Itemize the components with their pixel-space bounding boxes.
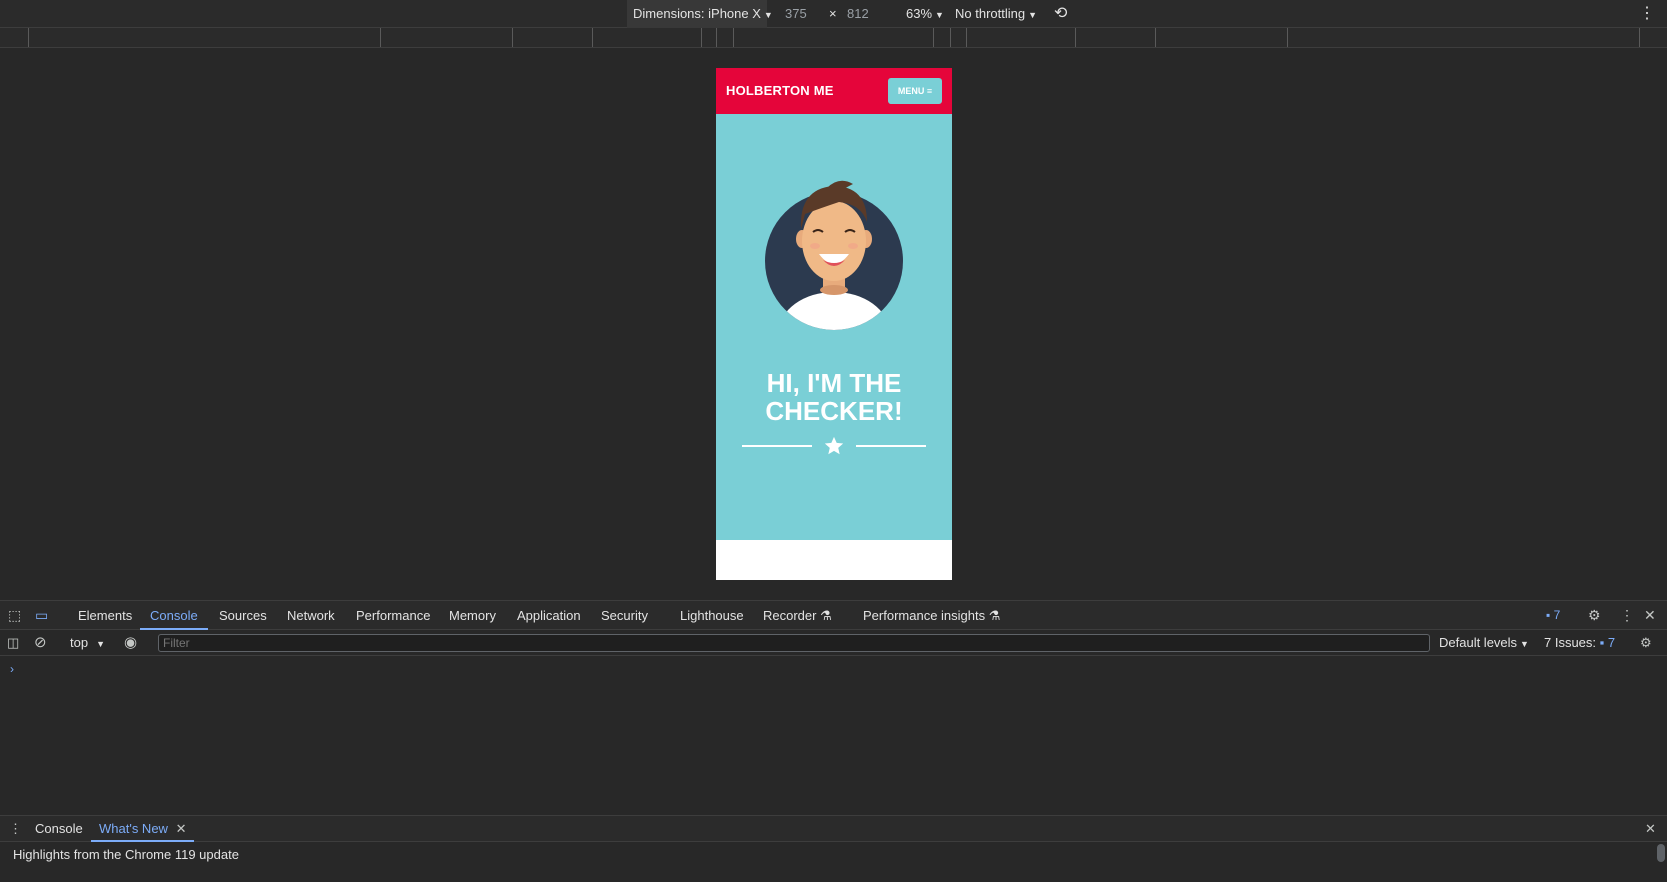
tab-sources[interactable]: Sources — [219, 601, 267, 630]
ruler-tick — [1287, 28, 1288, 47]
chevron-down-icon: ▼ — [935, 10, 944, 20]
issues-badge: ▪ 7 — [1600, 635, 1615, 650]
tab-recorder[interactable]: Recorder ⚗ — [763, 601, 832, 630]
log-levels-dropdown[interactable]: Default levels ▼ — [1439, 630, 1529, 656]
hero-section: HI, I'M THE CHECKER! — [716, 114, 952, 540]
tab-performance[interactable]: Performance — [356, 601, 430, 630]
devtools-panel: ⬚ ▭ Elements Console Sources Network Per… — [0, 600, 1667, 882]
emulated-page: HOLBERTON ME MENU ≡ HI, I'M THE CHECKER! — [716, 68, 952, 580]
tab-recorder-label: Recorder — [763, 608, 817, 623]
flask-icon: ⚗ — [988, 608, 1001, 623]
dimensions-dropdown[interactable]: Dimensions: iPhone X ▼ — [627, 0, 773, 28]
media-query-ruler — [0, 28, 1667, 48]
clear-console-icon[interactable]: ⊘ — [34, 630, 47, 656]
ruler-tick — [933, 28, 934, 47]
ruler-tick — [380, 28, 381, 47]
ruler-tick — [701, 28, 702, 47]
throttling-dropdown[interactable]: No throttling ▼ — [955, 0, 1037, 28]
device-viewport: HOLBERTON ME MENU ≡ HI, I'M THE CHECKER! — [0, 48, 1667, 600]
sidebar-toggle-icon[interactable]: ◫ — [7, 630, 19, 656]
dimensions-label: Dimensions: iPhone X — [633, 6, 761, 21]
scrollbar[interactable] — [1657, 844, 1665, 862]
device-toolbar: Dimensions: iPhone X ▼ 375 × 812 63% ▼ No … — [0, 0, 1667, 28]
inspect-element-icon[interactable]: ⬚ — [8, 601, 21, 630]
issues-count: 7 — [1553, 608, 1561, 622]
drawer-tabbar: ⋮ Console What's New ✕ ✕ — [0, 815, 1667, 842]
close-tab-icon[interactable]: ✕ — [176, 821, 187, 836]
hero-title: HI, I'M THE CHECKER! — [716, 369, 952, 425]
rotate-icon[interactable]: ⟲ — [1054, 0, 1067, 28]
width-input[interactable]: 375 — [785, 0, 807, 28]
chevron-down-icon: ▼ — [763, 10, 773, 20]
close-drawer-icon[interactable]: ✕ — [1645, 816, 1656, 842]
ruler-tick — [28, 28, 29, 47]
ruler-tick — [1075, 28, 1076, 47]
tab-memory[interactable]: Memory — [449, 601, 496, 630]
close-icon[interactable]: ✕ — [1644, 601, 1656, 630]
console-settings-icon[interactable]: ⚙ — [1640, 630, 1652, 656]
log-levels-label: Default levels — [1439, 635, 1518, 650]
tab-performance-insights-label: Performance insights — [863, 608, 986, 623]
tab-network[interactable]: Network — [287, 601, 335, 630]
divider-line — [856, 445, 926, 447]
zoom-label: 63% — [906, 6, 933, 21]
issues-badge-count: 7 — [1607, 635, 1616, 650]
ruler-tick — [950, 28, 951, 47]
star-icon — [824, 436, 844, 455]
tab-elements[interactable]: Elements — [78, 601, 132, 630]
console-output[interactable]: › — [0, 656, 1667, 816]
ruler-tick — [733, 28, 734, 47]
menu-button[interactable]: MENU ≡ — [888, 78, 942, 104]
tab-console[interactable]: Console — [140, 601, 208, 630]
console-toolbar: ◫ ⊘ top▼ ◉ Default levels▼ 7 Issues: ▪ 7… — [0, 630, 1667, 656]
devtools-tabbar: ⬚ ▭ Elements Console Sources Network Per… — [0, 600, 1667, 630]
context-label: top — [70, 635, 89, 650]
tab-performance-insights[interactable]: Performance insights ⚗ — [863, 601, 1000, 630]
flask-icon: ⚗ — [820, 608, 832, 623]
tab-application[interactable]: Application — [517, 601, 581, 630]
more-vert-icon[interactable]: ⋮ — [1639, 0, 1655, 28]
drawer-tab-whats-new-label: What's New — [99, 821, 168, 836]
issues-count-badge[interactable]: ▪ 7 — [1546, 601, 1560, 630]
ruler-tick — [1639, 28, 1640, 47]
whats-new-content: Highlights from the Chrome 119 update — [0, 842, 1667, 882]
highlights-text: Highlights from the Chrome 119 update — [13, 847, 239, 862]
filter-input[interactable] — [158, 634, 1430, 652]
ruler-tick — [1155, 28, 1156, 47]
settings-icon[interactable]: ⚙ — [1588, 601, 1601, 630]
ruler-tick — [592, 28, 593, 47]
divider-line — [742, 445, 812, 447]
ruler-tick — [716, 28, 717, 47]
site-header: HOLBERTON ME MENU ≡ — [716, 68, 952, 114]
avatar — [765, 180, 903, 330]
site-logo[interactable]: HOLBERTON ME — [726, 83, 834, 98]
message-icon: ▪ — [1599, 635, 1605, 650]
more-vert-icon[interactable]: ⋮ — [1620, 601, 1634, 630]
chevron-down-icon: ▼ — [1520, 639, 1529, 649]
ruler-tick — [966, 28, 967, 47]
eye-icon[interactable]: ◉ — [124, 630, 137, 656]
tab-lighthouse[interactable]: Lighthouse — [680, 601, 744, 630]
message-icon: ▪ — [1546, 608, 1551, 622]
zoom-dropdown[interactable]: 63% ▼ — [906, 0, 944, 28]
chevron-down-icon: ▼ — [1028, 10, 1038, 20]
drawer-tab-whats-new[interactable]: What's New ✕ — [91, 816, 195, 842]
console-prompt[interactable]: › — [10, 662, 14, 676]
drawer-menu-icon[interactable]: ⋮ — [9, 816, 22, 842]
issues-summary[interactable]: 7 Issues: ▪ 7 — [1544, 630, 1615, 656]
drawer-tab-console[interactable]: Console — [35, 816, 83, 842]
throttling-label: No throttling — [955, 6, 1026, 21]
hero-title-line2: CHECKER! — [765, 396, 903, 426]
issues-label: 7 Issues: — [1544, 635, 1597, 650]
chevron-down-icon: ▼ — [96, 639, 105, 649]
hero-title-line1: HI, I'M THE — [766, 368, 902, 398]
height-input[interactable]: 812 — [847, 0, 869, 28]
context-selector[interactable]: top ▼ — [70, 630, 105, 656]
device-toggle-icon[interactable]: ▭ — [35, 601, 48, 630]
tab-security[interactable]: Security — [601, 601, 648, 630]
times-icon: × — [829, 6, 837, 21]
star-divider — [742, 434, 926, 458]
ruler-tick — [512, 28, 513, 47]
